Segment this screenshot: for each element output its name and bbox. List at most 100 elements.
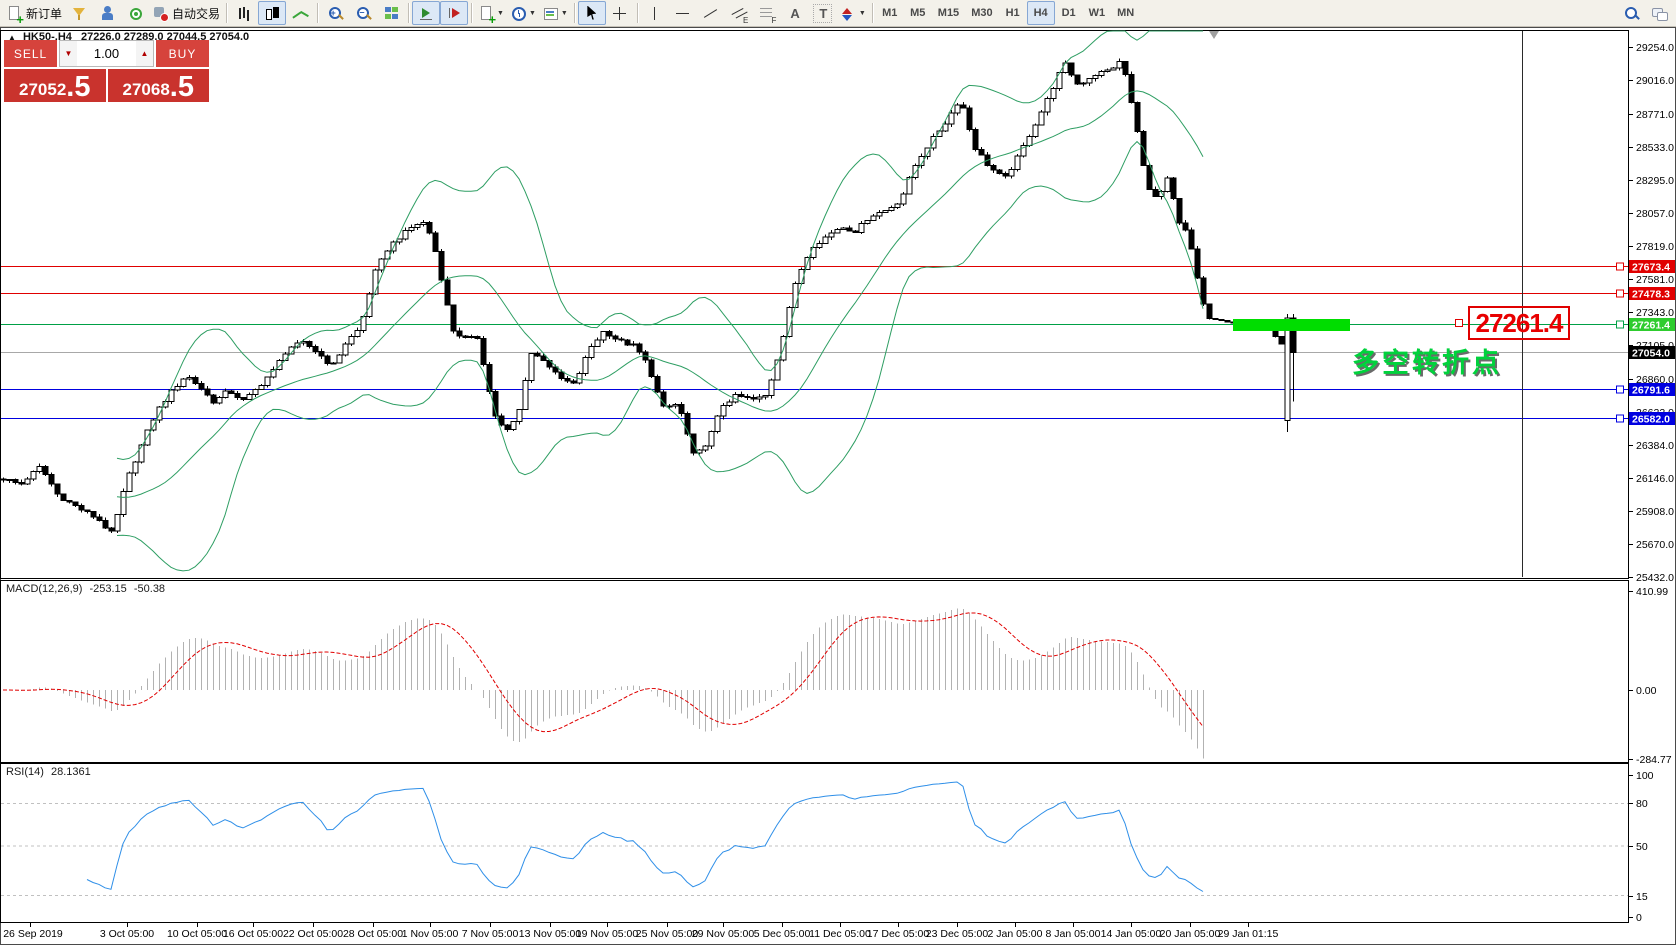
candle [463,336,468,338]
candle [1105,70,1110,72]
candle [1,479,6,480]
candle [487,364,492,391]
candle [1219,319,1224,320]
candle [409,227,414,230]
candle [529,354,534,381]
candle [853,231,858,232]
candle [841,228,846,229]
candle [229,391,234,393]
candle [1069,63,1074,75]
price-tick-label: 29016.0 [1636,75,1674,87]
hline-marker [1617,415,1624,422]
candle [445,280,450,305]
candle [7,480,12,481]
candle [1285,318,1290,421]
candle [1207,304,1212,319]
turning-point-label[interactable]: 多空转折点 [1352,341,1502,380]
time-axis-label: 14 Jan 05:00 [1101,928,1162,940]
volume-up-button[interactable]: ▲ [136,41,153,66]
candle [433,233,438,251]
candle [1195,249,1200,278]
candle [859,224,864,233]
candle [1225,320,1230,321]
candle [655,376,660,392]
candle [199,384,204,389]
rsi-label: RSI(14) 28.1361 [6,766,95,778]
candle [535,354,540,356]
sell-button[interactable]: SELL [4,40,57,67]
time-axis-label: 13 Nov 05:00 [519,928,582,940]
candle [745,397,750,398]
time-axis-label: 17 Dec 05:00 [867,928,930,940]
candle [595,340,600,346]
time-axis-label: 26 Sep 2019 [3,928,63,940]
price-tick-label: 25670.0 [1636,539,1674,551]
candle [1003,174,1008,176]
candle [187,377,192,379]
candle [703,446,708,450]
sell-price[interactable]: 27052.5 [4,69,106,102]
candle [1051,89,1056,99]
candle [319,351,324,355]
candle [895,204,900,207]
candle [949,113,954,124]
candle [205,389,210,395]
rsi-tick-label: 0 [1636,912,1642,924]
candle [475,336,480,338]
candle [337,355,342,363]
candle [109,528,114,531]
candle [961,105,966,108]
candle [907,178,912,194]
candle [709,431,714,446]
candle [331,363,336,364]
candle [1039,112,1044,125]
highlight-bar[interactable] [1233,319,1350,331]
candle [757,397,762,399]
price-badge-label: 27054.0 [1632,348,1670,360]
candle [1129,75,1134,103]
candle [649,360,654,376]
candle [97,517,102,521]
candle [415,224,420,227]
time-axis-label: 23 Dec 05:00 [926,928,989,940]
candle [1117,61,1122,67]
rsi-tick-label: 80 [1636,798,1648,810]
candle [55,484,60,494]
candle [133,462,138,473]
chart-canvas[interactable]: 29254.029016.028771.028533.028295.028057… [0,0,1676,945]
time-axis-label: 5 Dec 05:00 [754,928,811,940]
candle [247,395,252,400]
candle [235,393,240,397]
candle [253,389,258,394]
candle [1153,189,1158,196]
price-tick-label: 27819.0 [1636,241,1674,253]
candle [127,473,132,492]
candle [769,380,774,396]
candle [241,397,246,399]
candle [325,356,330,364]
level-callout[interactable]: 27261.4 [1468,306,1570,340]
candle [193,377,198,383]
volume-down-button[interactable]: ▼ [60,41,77,66]
buy-price[interactable]: 27068.5 [108,69,210,102]
candle [631,344,636,345]
candle [121,491,126,514]
volume-input[interactable] [77,41,136,66]
candle [217,398,222,404]
price-badge-label: 26791.6 [1632,385,1670,397]
price-tick-label: 27581.0 [1636,274,1674,286]
candle [721,406,726,417]
price-tick-label: 25432.0 [1636,572,1674,584]
buy-button[interactable]: BUY [156,40,209,67]
macd-label: MACD(12,26,9) -253.15 -50.38 [6,583,169,595]
candle [37,466,42,471]
macd-panel [1,581,1629,763]
candle [1009,169,1014,176]
time-axis-label: 3 Oct 05:00 [100,928,154,940]
hline-marker [1617,263,1624,270]
candle [991,166,996,170]
rsi-tick-label: 15 [1636,891,1648,903]
candle [211,395,216,403]
candle [739,394,744,396]
candle [793,283,798,307]
